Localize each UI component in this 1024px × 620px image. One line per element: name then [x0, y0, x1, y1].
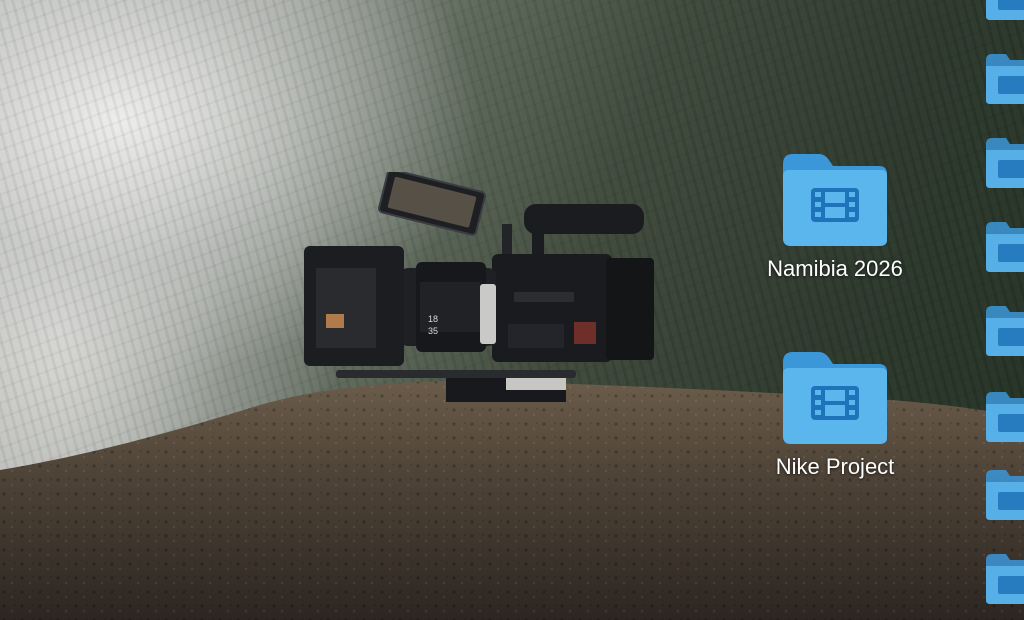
- desktop-folder-label: Nike Project: [775, 454, 895, 479]
- svg-text:18: 18: [428, 314, 438, 324]
- desktop-wallpaper: 18 35: [0, 0, 1024, 620]
- desktop-folder-namibia-2026[interactable]: Namibia 2026: [760, 150, 910, 282]
- video-folder-icon: [783, 154, 887, 246]
- edge-video-folder-icon[interactable]: [984, 468, 1024, 520]
- edge-video-folder-icon[interactable]: [984, 552, 1024, 604]
- edge-video-folder-icon[interactable]: [984, 220, 1024, 272]
- edge-video-folder-icon[interactable]: [984, 52, 1024, 104]
- edge-video-folder-icon[interactable]: [984, 136, 1024, 188]
- edge-video-folder-icon[interactable]: [984, 0, 1024, 20]
- video-folder-icon: [783, 352, 887, 444]
- svg-text:35: 35: [428, 326, 438, 336]
- desktop-folder-label: Namibia 2026: [767, 256, 903, 281]
- edge-video-folder-icon[interactable]: [984, 304, 1024, 356]
- desktop-folder-nike-project[interactable]: Nike Project: [760, 348, 910, 480]
- wallpaper-cinema-camera: 18 35: [304, 172, 654, 402]
- edge-video-folder-icon[interactable]: [984, 390, 1024, 442]
